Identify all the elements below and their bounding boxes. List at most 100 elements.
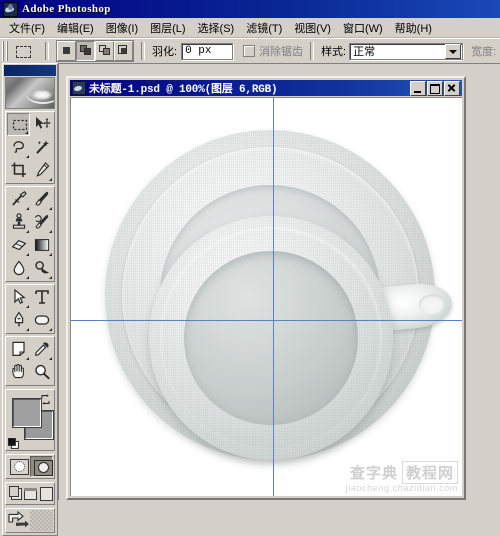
screen-mode-buttons (5, 482, 55, 505)
eraser-tool[interactable] (7, 234, 30, 257)
magic-wand-tool[interactable] (30, 136, 53, 159)
toolbox-row (7, 211, 53, 234)
menu-item-view[interactable]: 视图(V) (288, 19, 337, 37)
menu-item-file[interactable]: 文件(F) (3, 19, 51, 37)
document-window: 未标题-1.psd @ 100%(图层 6,RGB) 查字典 教程网 jiaoc… (66, 76, 466, 500)
path-selection-tool[interactable] (7, 286, 30, 309)
eyedropper-tool[interactable] (30, 338, 53, 361)
full-screen-mode-button[interactable] (37, 484, 53, 503)
jump-to-imageready-button[interactable] (7, 510, 30, 531)
window-controls (410, 80, 460, 96)
rectangular-marquee-icon (12, 41, 34, 61)
toolbox-row (7, 159, 53, 182)
subtract-from-selection-button[interactable] (95, 41, 114, 61)
feather-label: 羽化: (152, 46, 178, 58)
standard-mode-button[interactable] (7, 456, 30, 477)
pen-tool[interactable] (7, 309, 30, 332)
horizontal-guide[interactable] (71, 320, 462, 321)
default-colors-icon[interactable] (7, 436, 19, 449)
close-button[interactable] (444, 80, 460, 96)
document-titlebar[interactable]: 未标题-1.psd @ 100%(图层 6,RGB) (70, 80, 462, 96)
cup-lip (159, 226, 382, 449)
new-selection-button[interactable] (57, 41, 76, 61)
document-title: 未标题-1.psd @ 100%(图层 6,RGB) (89, 84, 278, 96)
options-divider (141, 42, 145, 60)
toolbox-row (7, 257, 53, 280)
cup-handle-hole (417, 293, 446, 316)
color-swatches (5, 389, 55, 451)
watermark-url: jiaocheng.chazidian.com (345, 483, 458, 493)
foreground-color-swatch[interactable] (13, 399, 41, 427)
options-bar: 羽化: 0 px 消除锯齿 样式: 正常 宽度: (0, 38, 500, 64)
toolbox-row (7, 361, 53, 384)
menu-item-layer[interactable]: 图层(L) (144, 19, 191, 37)
antialias-checkbox[interactable] (243, 45, 256, 57)
toolbox-group-selection (5, 111, 55, 184)
menu-item-edit[interactable]: 编辑(E) (51, 19, 100, 37)
photoshop-window: Adobe Photoshop 文件(F) 编辑(E) 图像(I) 图层(L) … (0, 0, 500, 536)
crop-tool[interactable] (7, 159, 30, 182)
maximize-button[interactable] (427, 80, 443, 96)
watermark: 查字典 教程网 jiaocheng.chazidian.com (346, 461, 458, 493)
options-divider (310, 42, 315, 60)
toolbox-row (7, 286, 53, 309)
toolbox-row (7, 309, 53, 332)
toolbox-titlebar[interactable] (4, 65, 56, 76)
full-screen-with-menubar-button[interactable] (22, 484, 38, 503)
feather-input[interactable]: 0 px (181, 42, 234, 60)
document-icon (72, 81, 86, 95)
rectangular-marquee-tool[interactable] (7, 113, 31, 136)
zoom-tool[interactable] (30, 361, 53, 384)
gradient-tool[interactable] (30, 234, 53, 257)
slice-tool[interactable] (30, 159, 53, 182)
menu-item-window[interactable]: 窗口(W) (337, 19, 389, 37)
menu-item-help[interactable]: 帮助(H) (389, 19, 438, 37)
move-tool[interactable] (30, 113, 53, 136)
toolbox-row (7, 188, 53, 211)
shape-tool[interactable] (30, 309, 53, 332)
swap-colors-icon[interactable] (40, 392, 51, 405)
menu-item-select[interactable]: 选择(S) (192, 19, 241, 37)
quick-mask-mode-button[interactable] (29, 456, 53, 477)
brush-tool[interactable] (30, 188, 53, 211)
menu-item-image[interactable]: 图像(I) (100, 19, 144, 37)
toolbox-row (7, 113, 53, 136)
photoshop-logo-icon (3, 1, 18, 17)
style-select[interactable]: 正常 (349, 42, 464, 60)
options-divider (45, 42, 49, 60)
history-brush-tool[interactable] (30, 211, 53, 234)
toolbox-group-vector (5, 284, 55, 334)
notes-tool[interactable] (7, 338, 30, 361)
toolbox (0, 63, 59, 536)
toolbox-group-retouch (5, 186, 55, 282)
minimize-button[interactable] (410, 80, 426, 96)
lasso-tool[interactable] (7, 136, 30, 159)
blur-tool[interactable] (7, 257, 30, 280)
add-to-selection-button[interactable] (76, 41, 95, 61)
app-titlebar: Adobe Photoshop (0, 0, 500, 18)
intersect-selection-button[interactable] (114, 41, 133, 61)
dodge-tool[interactable] (30, 257, 53, 280)
toolbox-row (7, 136, 53, 159)
antialias-label: 消除锯齿 (259, 46, 304, 58)
healing-brush-tool[interactable] (7, 188, 30, 211)
document-canvas[interactable]: 查字典 教程网 jiaocheng.chazidian.com (70, 97, 462, 496)
chevron-down-icon[interactable] (445, 43, 462, 59)
options-bar-grip[interactable] (2, 41, 8, 61)
menubar: 文件(F) 编辑(E) 图像(I) 图层(L) 选择(S) 滤镜(T) 视图(V… (0, 18, 500, 38)
standard-screen-mode-button[interactable] (7, 484, 23, 503)
style-select-value: 正常 (353, 46, 376, 58)
type-tool[interactable] (30, 286, 53, 309)
vertical-guide[interactable] (273, 98, 274, 496)
hand-tool[interactable] (7, 361, 30, 384)
imageready-icon[interactable] (30, 510, 53, 531)
toolbox-group-navigation (5, 336, 55, 386)
toolbox-panel (2, 63, 58, 536)
menu-item-filter[interactable]: 滤镜(T) (240, 19, 288, 37)
jump-to-buttons (5, 508, 55, 533)
toolbox-banner-image (5, 77, 55, 109)
clone-stamp-tool[interactable] (7, 211, 30, 234)
cup-interior (184, 251, 358, 425)
cup-shape (149, 216, 393, 460)
app-title: Adobe Photoshop (22, 3, 111, 15)
